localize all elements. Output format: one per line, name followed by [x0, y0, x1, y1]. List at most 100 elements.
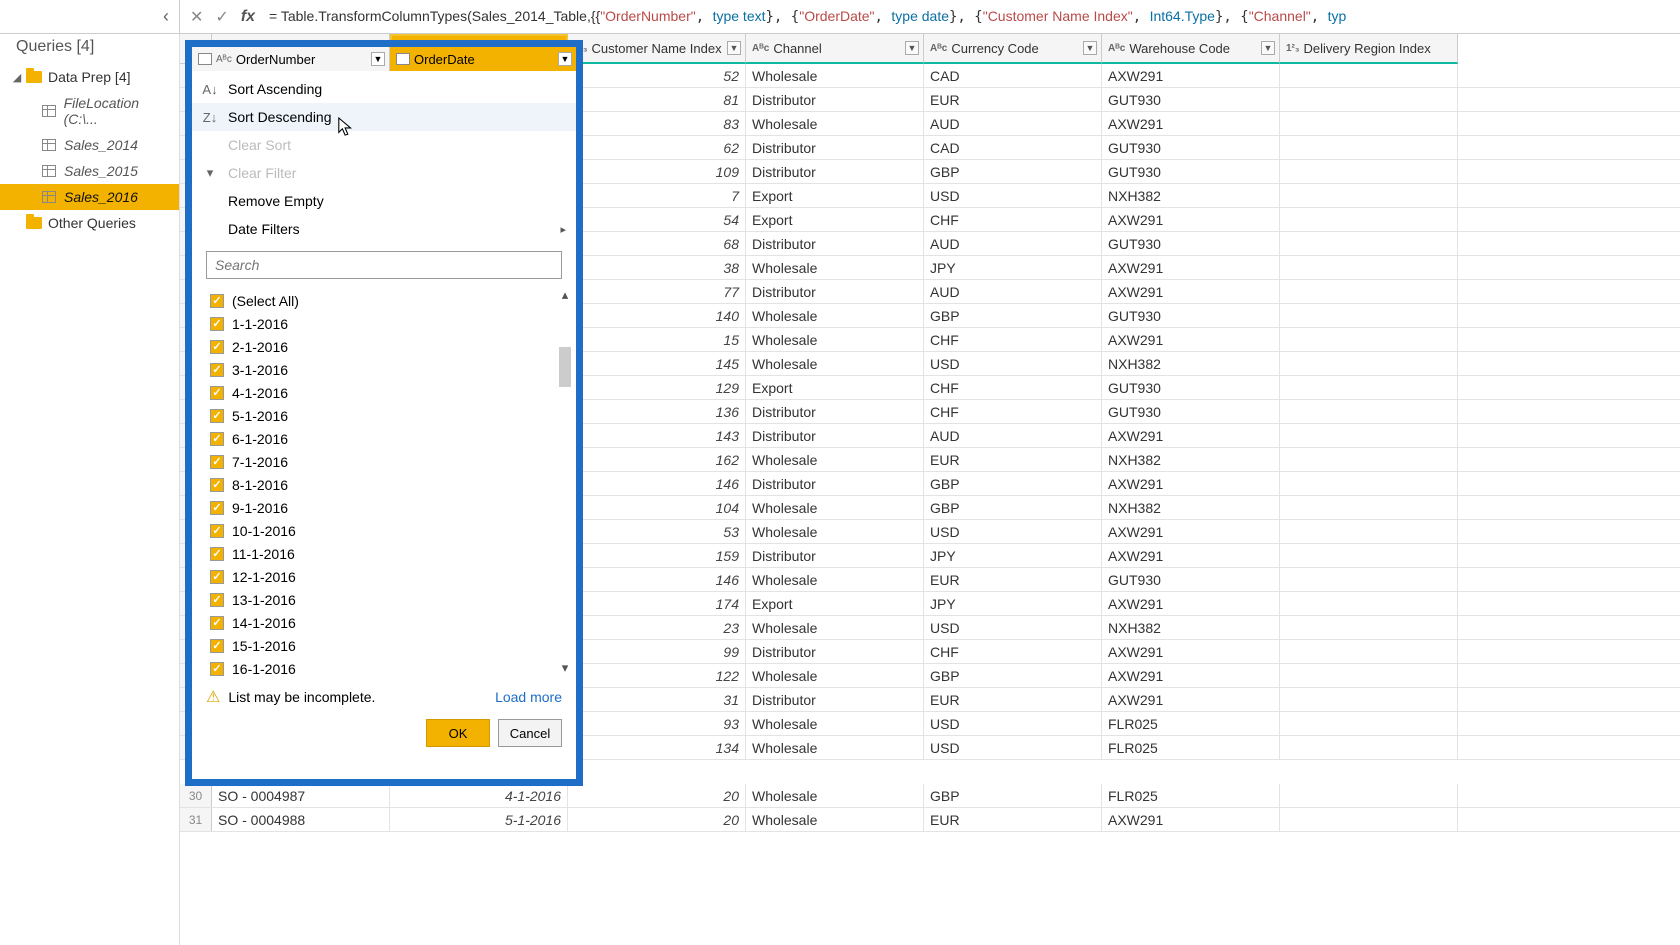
query-item[interactable]: Sales_2014 — [0, 132, 179, 158]
sort-descending[interactable]: Z↓Sort Descending — [192, 103, 576, 131]
chevron-down-icon[interactable]: ▼ — [905, 41, 919, 55]
cell-currency: JPY — [924, 592, 1102, 615]
cell-currency: EUR — [924, 808, 1102, 831]
cell-warehouse: GUT930 — [1102, 88, 1280, 111]
column-header-currency-code[interactable]: AᴮcCurrency Code▼ — [924, 34, 1102, 64]
remove-empty[interactable]: Remove Empty — [192, 187, 576, 215]
cell-channel: Export — [746, 376, 924, 399]
table-icon — [42, 139, 56, 151]
cell-region — [1280, 688, 1458, 711]
scroll-up-icon[interactable]: ▴ — [562, 287, 569, 303]
cell-channel: Distributor — [746, 400, 924, 423]
popup-col-orderdate[interactable]: OrderDate ▼ — [390, 47, 576, 71]
cell-cni: 93 — [568, 712, 746, 735]
filter-value-checkbox[interactable]: ✓5-1-2016 — [210, 404, 558, 427]
cell-region — [1280, 544, 1458, 567]
cell-warehouse: AXW291 — [1102, 280, 1280, 303]
query-item[interactable]: FileLocation (C:\... — [0, 90, 179, 132]
cell-cni: 62 — [568, 136, 746, 159]
cell-warehouse: AXW291 — [1102, 472, 1280, 495]
scroll-down-icon[interactable]: ▾ — [562, 660, 569, 676]
scroll-thumb[interactable] — [559, 347, 571, 387]
cell-channel: Wholesale — [746, 496, 924, 519]
sort-ascending[interactable]: A↓Sort Ascending — [192, 75, 576, 103]
formula-text[interactable]: = Table.TransformColumnTypes(Sales_2014_… — [265, 8, 1680, 25]
column-header-warehouse-code[interactable]: AᴮcWarehouse Code▼ — [1102, 34, 1280, 64]
cell-channel: Export — [746, 184, 924, 207]
column-header-customer-name-index[interactable]: 1²₃Customer Name Index▼ — [568, 34, 746, 64]
scrollbar[interactable]: ▴ ▾ — [556, 287, 574, 676]
cell-warehouse: AXW291 — [1102, 64, 1280, 87]
filter-value-checkbox[interactable]: ✓2-1-2016 — [210, 335, 558, 358]
chevron-down-icon[interactable]: ▼ — [1083, 41, 1097, 55]
chevron-down-icon[interactable]: ▼ — [727, 41, 741, 55]
filter-search-input[interactable] — [206, 251, 562, 279]
ok-button[interactable]: OK — [426, 719, 490, 747]
cell-currency: GBP — [924, 496, 1102, 519]
cell-region — [1280, 448, 1458, 471]
filter-value-checkbox[interactable]: ✓7-1-2016 — [210, 450, 558, 473]
popup-col-ordernumber[interactable]: Aᴮc OrderNumber ▼ — [192, 47, 390, 71]
queries-title: Queries [4] — [0, 38, 179, 64]
filter-value-checkbox[interactable]: ✓9-1-2016 — [210, 496, 558, 519]
cell-region — [1280, 256, 1458, 279]
cell-warehouse: FLR025 — [1102, 736, 1280, 759]
warning-text: List may be incomplete. — [228, 689, 375, 705]
query-item[interactable]: Sales_2015 — [0, 158, 179, 184]
filter-value-checkbox[interactable]: ✓11-1-2016 — [210, 542, 558, 565]
cell-region — [1280, 280, 1458, 303]
fx-icon[interactable]: fx — [241, 8, 255, 26]
cell-channel: Distributor — [746, 136, 924, 159]
filter-value-checkbox[interactable]: ✓6-1-2016 — [210, 427, 558, 450]
table-row[interactable]: 31SO - 00049885-1-201620WholesaleEURAXW2… — [180, 808, 1680, 832]
filter-value-checkbox[interactable]: ✓10-1-2016 — [210, 519, 558, 542]
filter-value-checkbox[interactable]: ✓14-1-2016 — [210, 611, 558, 634]
clear-filter: ▾Clear Filter — [192, 159, 576, 187]
filter-value-checkbox[interactable]: ✓17-1-2016 — [210, 680, 558, 681]
column-header-delivery-region-index[interactable]: 1²₃Delivery Region Index — [1280, 34, 1458, 64]
filter-value-checkbox[interactable]: ✓4-1-2016 — [210, 381, 558, 404]
filter-value-checkbox[interactable]: ✓15-1-2016 — [210, 634, 558, 657]
cell-region — [1280, 640, 1458, 663]
cell-channel: Wholesale — [746, 736, 924, 759]
cell-warehouse: AXW291 — [1102, 208, 1280, 231]
cell-cni: 52 — [568, 64, 746, 87]
cell-currency: GBP — [924, 664, 1102, 687]
query-item[interactable]: Sales_2016 — [0, 184, 179, 210]
accept-formula-icon[interactable]: ✓ — [215, 7, 228, 27]
cell-warehouse: AXW291 — [1102, 688, 1280, 711]
cancel-formula-icon[interactable]: ✕ — [190, 7, 203, 27]
folder-data-prep[interactable]: ◢ Data Prep [4] — [0, 64, 179, 90]
cell-warehouse: GUT930 — [1102, 376, 1280, 399]
cell-channel: Wholesale — [746, 352, 924, 375]
cell-warehouse: AXW291 — [1102, 664, 1280, 687]
chevron-down-icon[interactable]: ▼ — [371, 52, 385, 66]
folder-other-queries[interactable]: Other Queries — [0, 210, 179, 236]
folder-icon — [26, 71, 42, 83]
queries-collapse[interactable]: ‹ — [0, 0, 180, 33]
filter-value-checkbox[interactable]: ✓13-1-2016 — [210, 588, 558, 611]
filter-value-checkbox[interactable]: ✓3-1-2016 — [210, 358, 558, 381]
chevron-down-icon[interactable]: ▼ — [1261, 41, 1275, 55]
cell-warehouse: GUT930 — [1102, 160, 1280, 183]
filter-value-checkbox[interactable]: ✓8-1-2016 — [210, 473, 558, 496]
table-row[interactable]: 30SO - 00049874-1-201620WholesaleGBPFLR0… — [180, 784, 1680, 808]
load-more-link[interactable]: Load more — [495, 689, 562, 705]
cell-currency: USD — [924, 712, 1102, 735]
cell-cni: 20 — [568, 808, 746, 831]
column-header-channel[interactable]: AᴮcChannel▼ — [746, 34, 924, 64]
cell-currency: JPY — [924, 256, 1102, 279]
cell-region — [1280, 568, 1458, 591]
cell-channel: Wholesale — [746, 256, 924, 279]
chevron-down-icon[interactable]: ◢ — [10, 71, 24, 84]
cancel-button[interactable]: Cancel — [498, 719, 562, 747]
select-all-checkbox[interactable]: ✓(Select All) — [210, 289, 558, 312]
filter-value-checkbox[interactable]: ✓12-1-2016 — [210, 565, 558, 588]
filter-value-checkbox[interactable]: ✓1-1-2016 — [210, 312, 558, 335]
cell-channel: Distributor — [746, 280, 924, 303]
date-filters[interactable]: Date Filters — [192, 215, 576, 243]
filter-value-checkbox[interactable]: ✓16-1-2016 — [210, 657, 558, 680]
chevron-down-icon[interactable]: ▼ — [558, 52, 572, 66]
cell-currency: AUD — [924, 424, 1102, 447]
filter-values-list[interactable]: ✓(Select All) ✓1-1-2016✓2-1-2016✓3-1-201… — [192, 283, 576, 681]
